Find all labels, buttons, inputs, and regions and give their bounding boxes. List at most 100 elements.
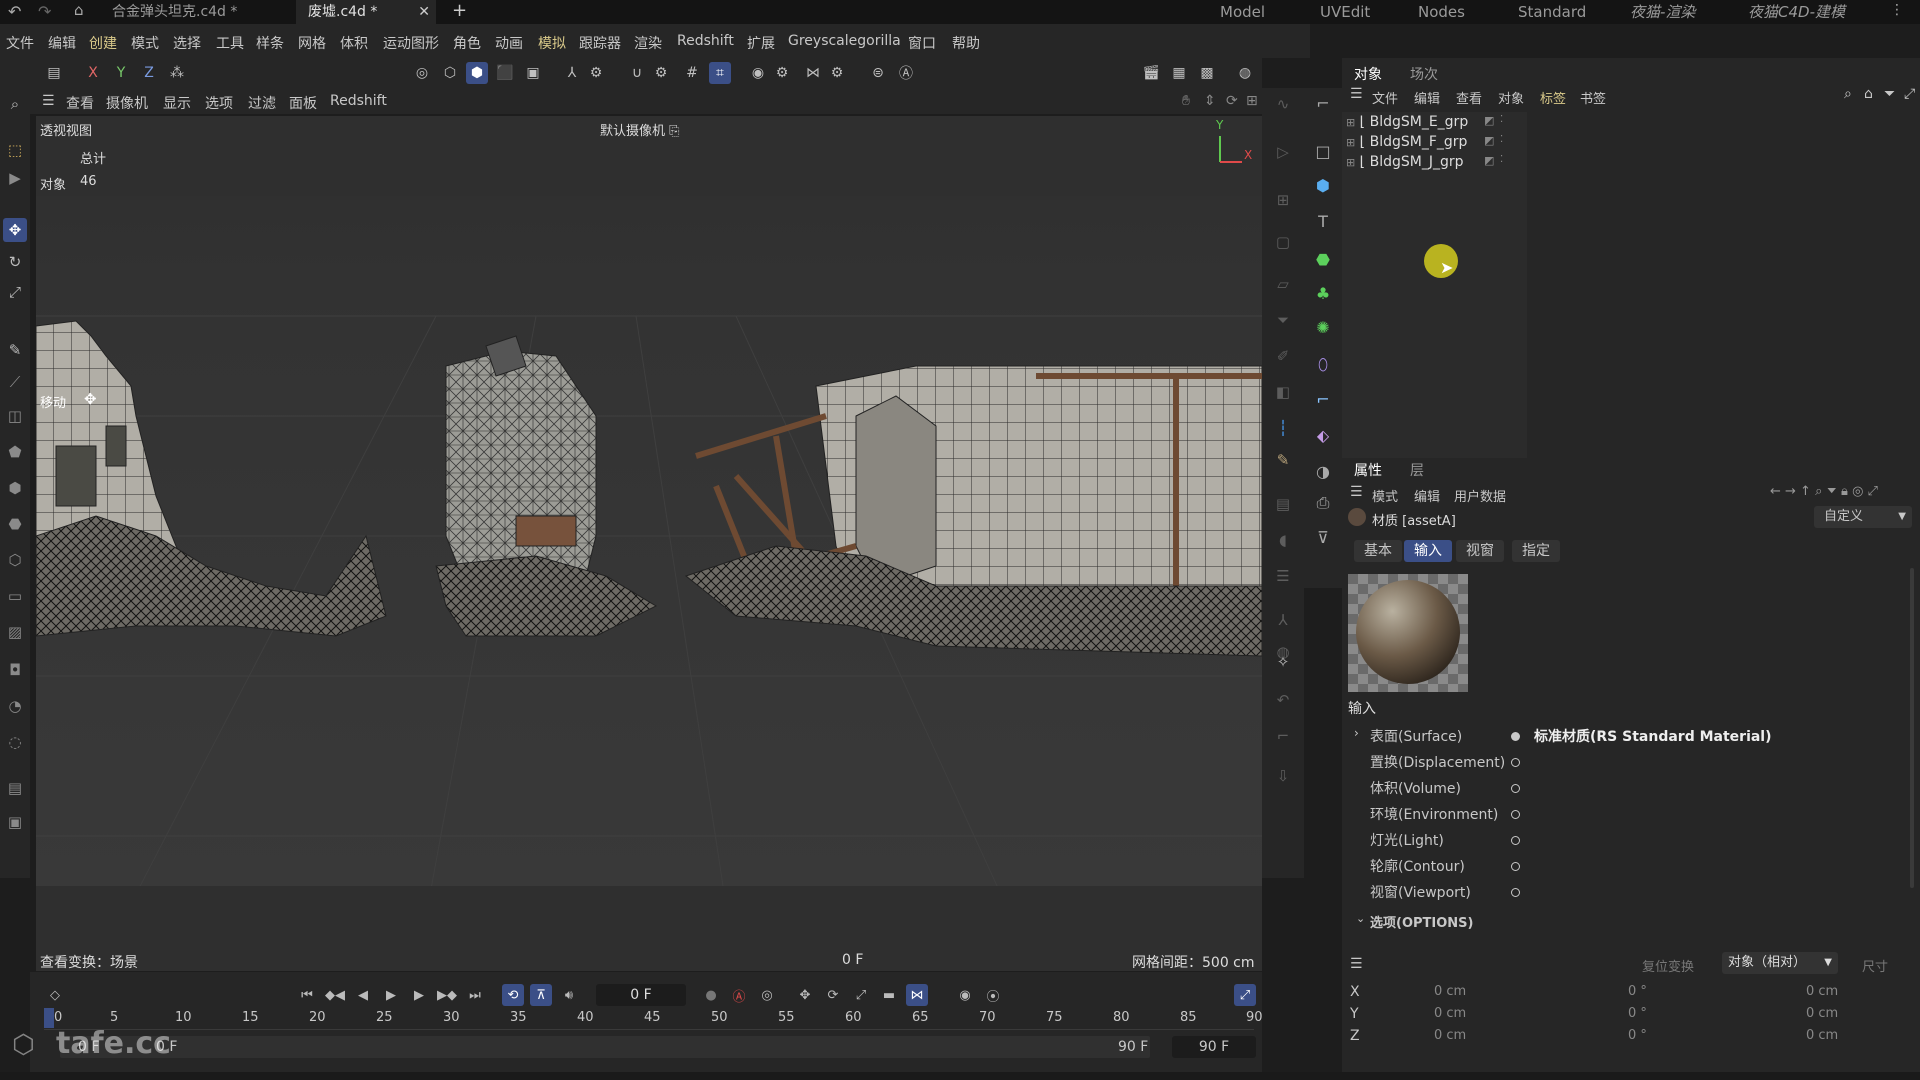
measure-icon[interactable]: ┆ (1271, 416, 1295, 440)
edges-mode-icon[interactable]: ⬡ (439, 62, 461, 84)
render-region-icon[interactable]: 🎬︎ (1140, 62, 1162, 84)
camera-object-icon[interactable]: ⎙ (1310, 490, 1336, 516)
go-end-icon[interactable]: ⏭ (464, 984, 486, 1006)
expand-icon[interactable]: ⊞ (1346, 116, 1355, 129)
coord-pos-y[interactable]: 0 cm (1434, 1006, 1466, 1021)
tree-item[interactable]: ⊞ ⌊ BldgSM_J_grp ◩ ⁚ (1346, 154, 1526, 174)
menu-animate[interactable]: 动画 (495, 33, 523, 53)
coord-size-z[interactable]: 0 cm (1806, 1028, 1838, 1043)
tab-layers[interactable]: 层 (1410, 460, 1424, 480)
coord-hamburger-icon[interactable]: ☰ (1350, 956, 1363, 972)
menu-create[interactable]: 创建 (89, 33, 117, 53)
solo-icon[interactable]: ◉ (747, 62, 769, 84)
coord-rot-z[interactable]: 0 ° (1628, 1028, 1647, 1043)
keyframe-selection-icon[interactable]: ◎ (756, 984, 778, 1006)
next-key-icon[interactable]: ▶◆ (436, 984, 458, 1006)
magnet-icon[interactable]: ◔ (3, 694, 27, 718)
coord-size-y[interactable]: 0 cm (1806, 1006, 1838, 1021)
preset-dropdown[interactable]: 自定义 ▼ (1814, 506, 1912, 528)
obj-menu-bookmarks[interactable]: 书签 (1580, 88, 1606, 107)
obj-search-icon[interactable]: ⌕ (1844, 86, 1852, 102)
displacement-connector[interactable] (1511, 758, 1520, 767)
range-bar[interactable] (60, 1036, 1150, 1058)
options-section[interactable]: 选项(OPTIONS) (1370, 912, 1473, 931)
menu-mode[interactable]: 模式 (131, 33, 159, 53)
obj-expand-icon[interactable]: ⤢ (1904, 86, 1915, 102)
rotate-tool-icon[interactable]: ↻ (3, 250, 27, 274)
symmetry-icon[interactable]: ⋈ (802, 62, 824, 84)
options-chevron-icon[interactable]: ⌄ (1356, 912, 1365, 925)
play-button-icon[interactable]: ▶ (380, 984, 402, 1006)
autokey-icon[interactable]: Ⓐ (728, 984, 750, 1006)
grid-icon[interactable]: # (681, 62, 703, 84)
subtab-assign[interactable]: 指定 (1512, 540, 1560, 562)
key-scale-icon[interactable]: ⤢ (850, 984, 872, 1006)
align-tool-icon[interactable]: ◖ (1271, 528, 1295, 552)
key-param-icon[interactable]: ▬ (878, 984, 900, 1006)
new-tab-icon[interactable]: + (452, 0, 467, 21)
generator-icon[interactable]: ⬣ (1310, 246, 1336, 272)
menu-render[interactable]: 渲染 (634, 33, 662, 53)
vp-menu-options[interactable]: 选项 (205, 93, 233, 113)
timeline-expand-icon[interactable]: ⤢ (1234, 984, 1256, 1006)
cloner-icon[interactable]: ♣ (1310, 280, 1336, 306)
volume-connector[interactable] (1511, 784, 1520, 793)
pen-icon[interactable]: ✎ (3, 338, 27, 362)
environment-icon[interactable]: ◑ (1310, 458, 1336, 484)
polygon-pen-icon[interactable]: ◫ (3, 404, 27, 428)
undo-icon[interactable]: ↶ (8, 2, 21, 21)
layout-modeling[interactable]: 夜猫C4D-建模 (1748, 0, 1845, 24)
bridge-icon[interactable]: ⬡ (3, 548, 27, 572)
environment-connector[interactable] (1511, 810, 1520, 819)
plane-tool-icon[interactable]: ▱ (1271, 272, 1295, 296)
tab-file-2[interactable]: 废墟.c4d * ✕ (296, 0, 436, 24)
symmetry-settings-icon[interactable]: ⚙ (826, 62, 848, 84)
solo-settings-icon[interactable]: ⚙ (771, 62, 793, 84)
pan-icon[interactable]: ✋︎ (1182, 93, 1190, 109)
close-tab-icon[interactable]: ✕ (418, 0, 430, 24)
more-icon[interactable]: ⋮ (1890, 2, 1904, 18)
menu-mograph[interactable]: 运动图形 (383, 33, 439, 53)
selection-icon[interactable]: ⬚ (3, 138, 27, 162)
grid-tool-icon[interactable]: ⊞ (1271, 188, 1295, 212)
loop-icon[interactable]: ⟲ (502, 984, 524, 1006)
coord-size-x[interactable]: 0 cm (1806, 984, 1838, 999)
layout-model[interactable]: Model (1220, 0, 1265, 24)
maximize-view-icon[interactable]: ⊞ (1246, 93, 1258, 109)
axis-y-button[interactable]: Y (110, 62, 132, 84)
menu-volume[interactable]: 体积 (340, 33, 368, 53)
visibility-dots-icon[interactable]: ⁚ (1500, 154, 1503, 165)
layout-standard[interactable]: Standard (1518, 0, 1586, 24)
menu-mesh[interactable]: 网格 (298, 33, 326, 53)
brush-tool-icon[interactable]: ✐ (1271, 344, 1295, 368)
layout-uvedit[interactable]: UVEdit (1320, 0, 1370, 24)
funnel-tool-icon[interactable]: ⏷ (1271, 308, 1295, 332)
view-icon[interactable]: ▶ (3, 166, 27, 190)
obj-menu-file[interactable]: 文件 (1372, 88, 1398, 107)
snap-settings-icon[interactable]: ⚙ (650, 62, 672, 84)
attr-menu-mode[interactable]: 模式 (1372, 486, 1398, 505)
snap-icon[interactable]: ∪ (626, 62, 648, 84)
menu-greyscalegorilla[interactable]: Greyscalegorilla (788, 33, 901, 49)
redshift-icon[interactable]: ◍ (1234, 62, 1256, 84)
polygons-mode-icon[interactable]: ⬢ (466, 62, 488, 84)
deformer-icon[interactable]: ⬯ (1310, 352, 1336, 378)
tree-item[interactable]: ⊞ ⌊ BldgSM_F_grp ◩ ⁚ (1346, 134, 1526, 154)
field-icon[interactable]: ⌐ (1310, 386, 1336, 412)
axis-settings-icon[interactable]: ⚙ (585, 62, 607, 84)
vp-menu-view[interactable]: 查看 (66, 93, 94, 113)
menu-redshift[interactable]: Redshift (677, 33, 734, 49)
axis-x-button[interactable]: X (82, 62, 104, 84)
stack-tool-icon[interactable]: ☰ (1271, 564, 1295, 588)
preview-range-icon[interactable]: ⊼ (530, 984, 552, 1006)
axis-mode-icon[interactable]: ⅄ (561, 62, 583, 84)
reset-transform-button[interactable]: 复位变换 (1642, 956, 1694, 975)
auto-icon[interactable]: Ⓐ (895, 62, 917, 84)
home-icon[interactable]: ⌂ (74, 1, 84, 19)
prev-frame-icon[interactable]: ◀ (352, 984, 374, 1006)
paint-icon[interactable]: ✎ (1271, 448, 1295, 472)
menu-spline[interactable]: 样条 (256, 33, 284, 53)
menu-select[interactable]: 选择 (173, 33, 201, 53)
layer-icon[interactable]: ▤ (3, 776, 27, 800)
undo-view-icon[interactable]: ↶ (1271, 688, 1295, 712)
